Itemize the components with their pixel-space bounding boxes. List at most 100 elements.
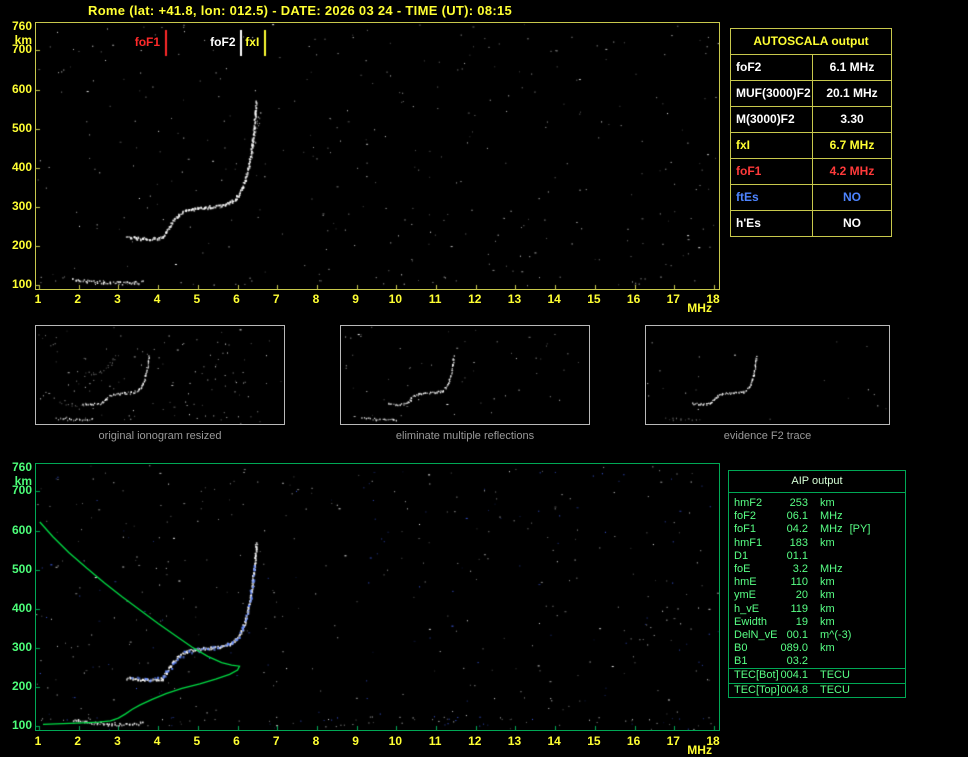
aip-param-TEC[Bot]: TEC[Bot] [734,669,779,682]
aip-unit-hmE: km [820,576,835,589]
aip-value-hmE: 110 [790,576,808,589]
top-plot-x-tick-6: 6 [233,292,240,306]
aip-row-D1: D1 01.1 [729,550,905,563]
top-plot-y-tick-200: 200 [11,237,32,252]
aip-value-Ewidth: 19 [795,615,808,628]
autoscala-row-MUF(3000)F2: MUF(3000)F2 20.1 MHz [731,80,891,106]
thumbnail-eliminate-reflections [340,325,590,425]
bottom-plot-x-tick-5: 5 [193,734,201,748]
aip-row-ymE: ymE 20 km [729,589,905,602]
bottom-plot-x-tick-17: 17 [666,734,680,748]
bottom-plot-x-tick-11: 11 [428,734,442,748]
autoscala-param-foF1: foF1 [731,159,813,184]
top-plot-y-tick-300: 300 [11,198,32,213]
aip-value-h_vE: 119 [790,602,808,615]
autoscala-table-rows: foF2 6.1 MHz MUF(3000)F2 20.1 MHz M(3000)F2 3… [731,55,891,236]
bottom-plot-x-tick-15: 15 [587,734,601,748]
top-plot-y-tick-600: 600 [11,81,32,96]
bottom-plot-x-tick-6: 6 [233,734,240,748]
aip-row-hmF1: hmF1 183 km [729,537,905,550]
aip-row-DelN_vE: DelN_vE 00.1 m^(-3) [729,629,905,642]
aip-row-B1: B1 03.2 [729,655,905,668]
bottom-plot-x-tick-7: 7 [272,734,280,748]
aip-row-TEC[Top]: TEC[Top] 004.8 TECU [729,682,905,697]
bottom-plot-y-tick-100: 100 [11,718,32,732]
top-plot-y-tick-500: 500 [11,120,32,135]
aip-param-hmE: hmE [734,576,757,589]
aip-unit-foE: MHz [820,562,843,575]
aip-param-B1: B1 [734,655,748,668]
bottom-plot-y-tick-500: 500 [11,561,32,576]
aip-param-foF2: foF2 [734,510,757,523]
autoscala-row-fxI: fxI 6.7 MHz [731,132,891,158]
aip-value-foF1: 04.2 [786,523,808,536]
aip-output-table: AIP output hmF2 253 km foF2 06.1 MHz foF1 04.2 M… [728,470,906,698]
thumbnail-original-canvas [36,326,284,424]
top-plot-x-tick-3: 3 [114,292,121,306]
autoscala-value-foF2: 6.1 MHz [829,60,875,74]
bottom-plot-x-tick-16: 16 [626,734,641,748]
top-plot-x-tick-16: 16 [626,292,641,306]
aip-value-foE: 3.2 [792,562,808,575]
top-plot-x-tick-8: 8 [312,292,320,306]
bottom-plot-x-tick-10: 10 [388,734,403,748]
autoscala-row-ftEs: ftEs NO [731,184,891,210]
top-plot-x-tick-1: 1 [34,292,42,306]
aip-unit-DelN_vE: m^(-3) [820,628,852,641]
bottom-plot-y-tick-760: 760 [11,460,32,474]
aip-param-Ewidth: Ewidth [734,615,768,628]
aip-unit-hmF1: km [820,536,835,549]
aip-param-DelN_vE: DelN_vE [734,628,778,641]
bottom-ionogram-canvas [36,464,719,730]
aip-param-hmF1: hmF1 [734,536,763,549]
autoscala-value-foF1: 4.2 MHz [829,164,875,178]
aip-row-hmE: hmE 110 km [729,576,905,589]
top-plot-x-tick-11: 11 [428,292,442,306]
aip-row-Ewidth: Ewidth 19 km [729,616,905,629]
top-plot-x-tick-13: 13 [507,292,522,306]
autoscala-param-fxI: fxI [731,133,813,158]
aip-value-hmF2: 253 [789,497,808,509]
thumbnail-caption-eliminate: eliminate multiple reflections [395,430,535,442]
top-plot-x-tick-14: 14 [547,292,561,306]
aip-param-foE: foE [734,562,751,575]
autoscala-param-M(3000)F2: M(3000)F2 [731,107,813,132]
aip-param-ymE: ymE [734,589,756,602]
autoscala-param-foF2: foF2 [731,55,813,80]
bottom-plot-x-tick-1: 1 [34,734,42,748]
aip-unit-TEC[Bot]: TECU [820,669,850,682]
bottom-ionogram-plot [35,463,720,731]
bottom-plot-x-tick-14: 14 [547,734,561,748]
top-plot-y-unit: km [14,33,32,47]
bottom-plot-y-tick-300: 300 [11,639,32,654]
autoscala-value-fxI: 6.7 MHz [829,138,875,152]
top-ionogram-canvas [36,23,719,289]
autoscala-param-h'Es: h'Es [731,211,813,236]
bottom-plot-y-tick-200: 200 [11,678,32,693]
bottom-plot-x-tick-9: 9 [352,734,359,748]
aip-unit-foF1: MHz [820,523,843,536]
autoscala-output-table: AUTOSCALA output foF2 6.1 MHz MUF(3000)F2 2… [730,28,892,237]
aip-param-h_vE: h_vE [734,602,760,615]
aip-value-TEC[Top]: 004.8 [780,683,808,696]
autoscala-param-MUF(3000)F2: MUF(3000)F2 [731,81,813,106]
aip-row-TEC[Bot]: TEC[Bot] 004.1 TECU [729,668,905,682]
aip-value-ymE: 20 [795,589,808,602]
thumbnail-evidence-canvas [646,326,889,424]
aip-value-foF2: 06.1 [786,510,808,523]
marker-label-foF1: foF1 [134,35,161,49]
aip-param-hmF2: hmF2 [734,497,763,509]
autoscala-param-ftEs: ftEs [731,185,813,210]
aip-value-TEC[Bot]: 004.1 [780,669,808,682]
aip-row-hmF2: hmF2 253 km [729,497,905,510]
bottom-plot-y-tick-600: 600 [11,522,32,537]
top-plot-y-tick-100: 100 [11,277,32,291]
aip-table-rows: hmF2 253 km foF2 06.1 MHz foF1 04.2 MHz [PY] hmF1 1… [729,497,905,697]
top-plot-y-tick-760: 760 [11,19,32,33]
top-plot-x-tick-9: 9 [352,292,359,306]
aip-unit-ymE: km [820,589,835,602]
aip-row-h_vE: h_vE 119 km [729,603,905,616]
top-plot-y-tick-400: 400 [11,159,32,174]
autoscala-value-M(3000)F2: 3.30 [840,112,864,126]
top-plot-x-tick-12: 12 [468,292,482,306]
